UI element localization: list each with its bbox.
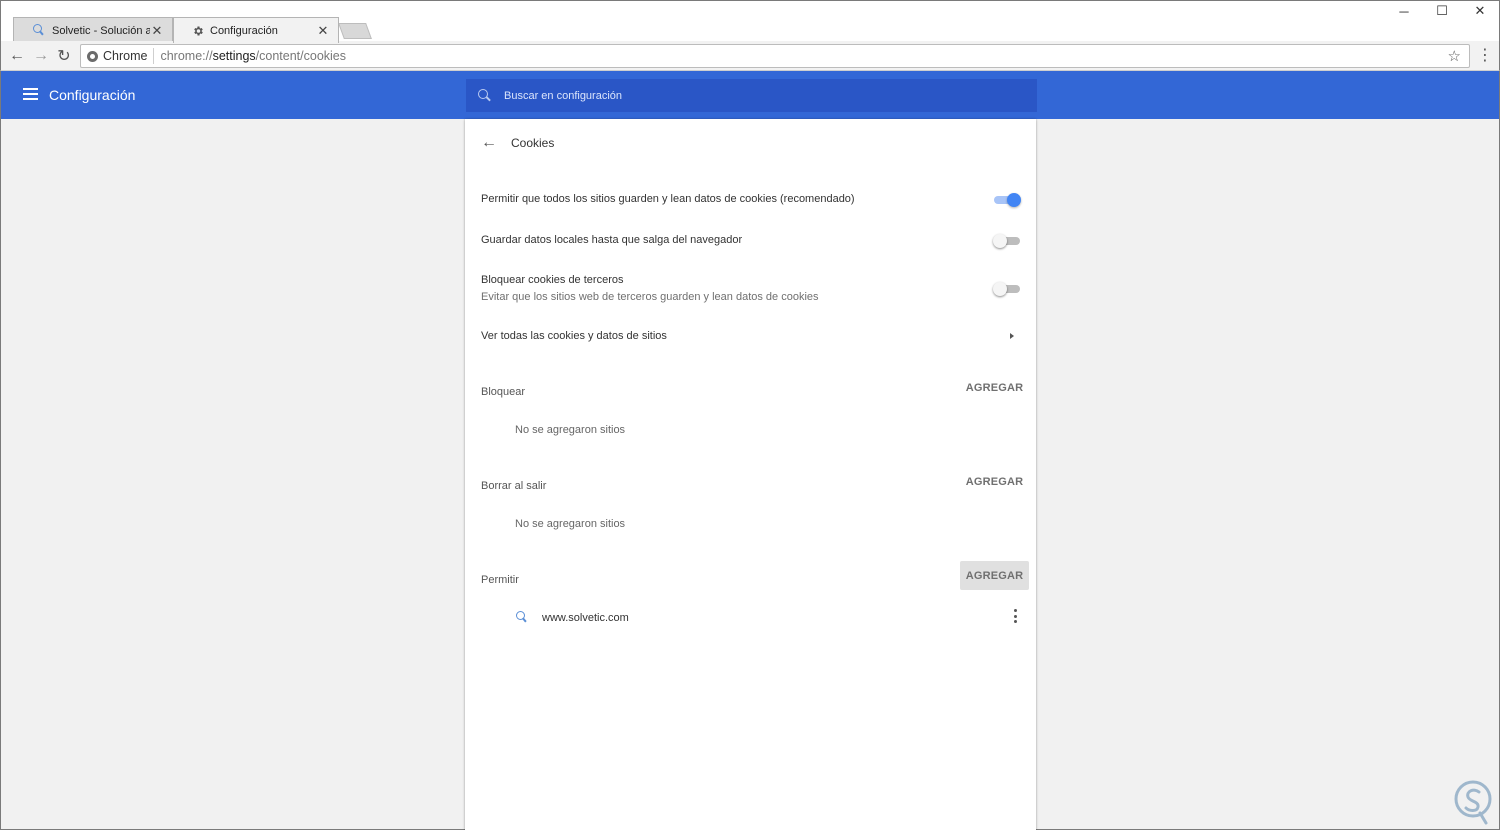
add-block-button[interactable]: AGREGAR — [960, 373, 1029, 402]
solvetic-watermark-logo — [1454, 780, 1492, 825]
settings-search[interactable] — [466, 79, 1037, 112]
search-input[interactable] — [504, 89, 1004, 102]
minimize-button[interactable]: ─ — [1385, 1, 1423, 21]
tab-solvetic[interactable]: Solvetic - Solución a los p ✕ — [13, 17, 173, 43]
see-all-cookies-row[interactable]: Ver todas las cookies y datos de sitios — [481, 330, 1021, 342]
setting-label: Permitir que todos los sitios guarden y … — [481, 193, 855, 205]
tab-title: Solvetic - Solución a los p — [52, 24, 150, 37]
forward-button[interactable]: → — [31, 46, 51, 66]
chrome-icon — [87, 50, 98, 62]
setting-description: Evitar que los sitios web de terceros gu… — [481, 291, 819, 303]
keep-local-data-toggle[interactable] — [993, 234, 1020, 248]
chip-label: Chrome — [103, 49, 148, 63]
url-prefix: chrome:// — [160, 49, 213, 63]
subpage-header: ← Cookies — [481, 133, 554, 153]
site-chip[interactable]: Chrome — [81, 48, 155, 64]
chevron-right-icon — [1010, 333, 1014, 339]
setting-allow-all-cookies[interactable]: Permitir que todos los sitios guarden y … — [481, 193, 1021, 205]
search-icon — [478, 88, 492, 103]
tab-close-icon[interactable]: ✕ — [150, 23, 164, 39]
section-title-block: Bloquear — [481, 386, 526, 398]
tab-close-icon[interactable]: ✕ — [316, 23, 330, 39]
reload-button[interactable]: ↻ — [54, 46, 74, 66]
browser-toolbar: ← → ↻ Chrome chrome://settings/content/c… — [0, 41, 1500, 71]
back-arrow-icon[interactable]: ← — [481, 134, 505, 152]
back-button[interactable]: ← — [7, 46, 27, 66]
add-clear-on-exit-button[interactable]: AGREGAR — [960, 467, 1029, 496]
add-allow-button[interactable]: AGREGAR — [960, 561, 1029, 590]
url-path: /content/cookies — [255, 49, 347, 63]
site-favicon-icon — [515, 611, 529, 625]
settings-header: Configuración — [0, 71, 1500, 119]
address-bar[interactable]: Chrome chrome://settings/content/cookies… — [80, 44, 1470, 68]
site-name: www.solvetic.com — [542, 612, 629, 624]
solvetic-icon — [32, 23, 46, 38]
page-title: Configuración — [49, 87, 136, 103]
block-empty-message: No se agregaron sitios — [515, 424, 626, 436]
window-titlebar: Solvetic - Solución a los p ✕ Configurac… — [0, 0, 1500, 43]
setting-keep-local-data[interactable]: Guardar datos locales hasta que salga de… — [481, 234, 1021, 246]
block-third-party-toggle[interactable] — [993, 282, 1020, 296]
close-window-button[interactable]: ✕ — [1461, 1, 1499, 21]
new-tab-button[interactable] — [338, 23, 372, 39]
section-title-allow: Permitir — [481, 574, 519, 586]
more-vert-icon[interactable] — [1013, 609, 1017, 623]
allow-cookies-toggle[interactable] — [994, 193, 1021, 207]
see-all-label: Ver todas las cookies y datos de sitios — [481, 330, 667, 342]
setting-block-third-party[interactable]: Bloquear cookies de terceros Evitar que … — [481, 274, 1021, 303]
maximize-button[interactable]: ☐ — [1423, 1, 1461, 21]
url-host: settings — [212, 49, 256, 63]
setting-label: Bloquear cookies de terceros — [481, 274, 624, 286]
list-item[interactable]: www.solvetic.com — [515, 607, 1025, 629]
clear-on-exit-empty-message: No se agregaron sitios — [515, 518, 626, 530]
tab-title: Configuración — [210, 24, 278, 37]
tab-configuracion[interactable]: Configuración ✕ — [173, 17, 339, 43]
browser-menu-icon[interactable]: ⋮ — [1477, 45, 1493, 65]
bookmark-star-icon[interactable]: ☆ — [1448, 47, 1461, 65]
section-title-clear-on-exit: Borrar al salir — [481, 480, 547, 492]
gear-icon — [194, 26, 203, 35]
setting-label: Guardar datos locales hasta que salga de… — [481, 234, 743, 246]
hamburger-menu-icon[interactable] — [23, 88, 38, 100]
settings-card: ← Cookies Permitir que todos los sitios … — [465, 119, 1036, 830]
url-text[interactable]: chrome://settings/content/cookies — [154, 49, 346, 63]
subpage-title: Cookies — [511, 136, 555, 150]
